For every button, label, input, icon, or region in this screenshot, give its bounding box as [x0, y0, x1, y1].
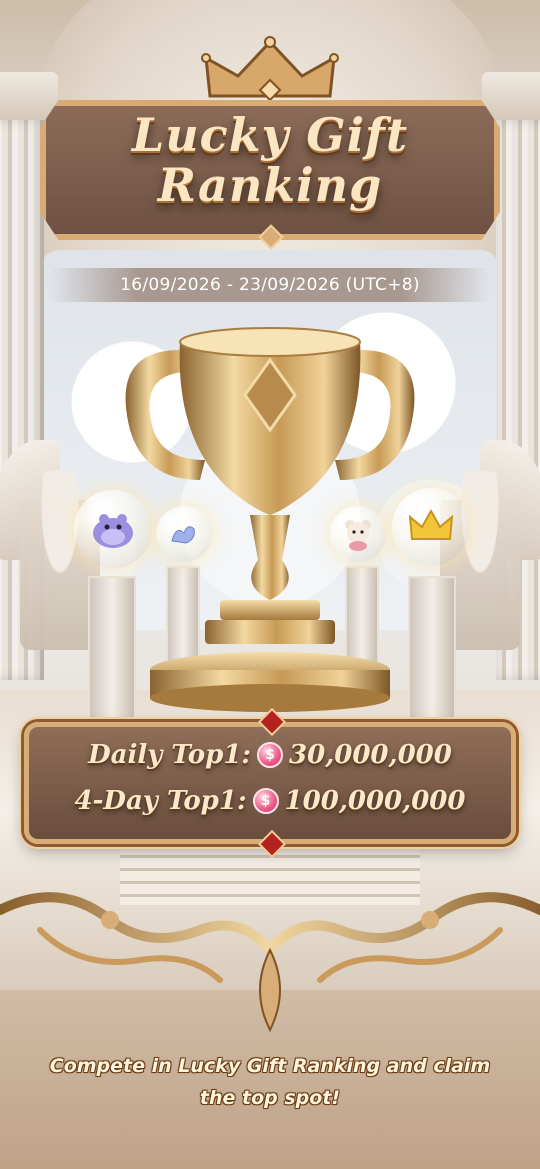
- title-line-1: Lucky Gift: [131, 108, 409, 162]
- lucky-gift-ranking-page: Lucky Gift Ranking 16/09/2026 - 23/09/20…: [0, 0, 540, 1169]
- footer-tagline: Compete in Lucky Gift Ranking and claim …: [49, 1055, 491, 1109]
- pink-coin-icon: $: [252, 788, 279, 814]
- pink-coin-icon: $: [257, 742, 284, 768]
- reward-row-daily: Daily Top1: $ 30,000,000: [24, 740, 516, 770]
- reward-label-daily: Daily Top1:: [88, 740, 252, 770]
- reward-amount-4day: 100,000,000: [284, 786, 466, 816]
- date-range-bar: 16/09/2026 - 23/09/2026 (UTC+8): [50, 268, 490, 302]
- reward-row-4day: 4-Day Top1: $ 100,000,000: [24, 786, 516, 816]
- reward-amount-daily: 30,000,000: [289, 740, 452, 770]
- gold-scroll-ornament: [0, 892, 540, 1033]
- golden-trophy-icon: [125, 327, 415, 712]
- reward-label-4day: 4-Day Top1:: [74, 786, 247, 816]
- crown-icon: [201, 36, 339, 102]
- date-range-text: 16/09/2026 - 23/09/2026 (UTC+8): [120, 275, 420, 295]
- title-line-2: Ranking: [157, 158, 383, 212]
- page-title: Lucky Gift Ranking: [40, 110, 500, 210]
